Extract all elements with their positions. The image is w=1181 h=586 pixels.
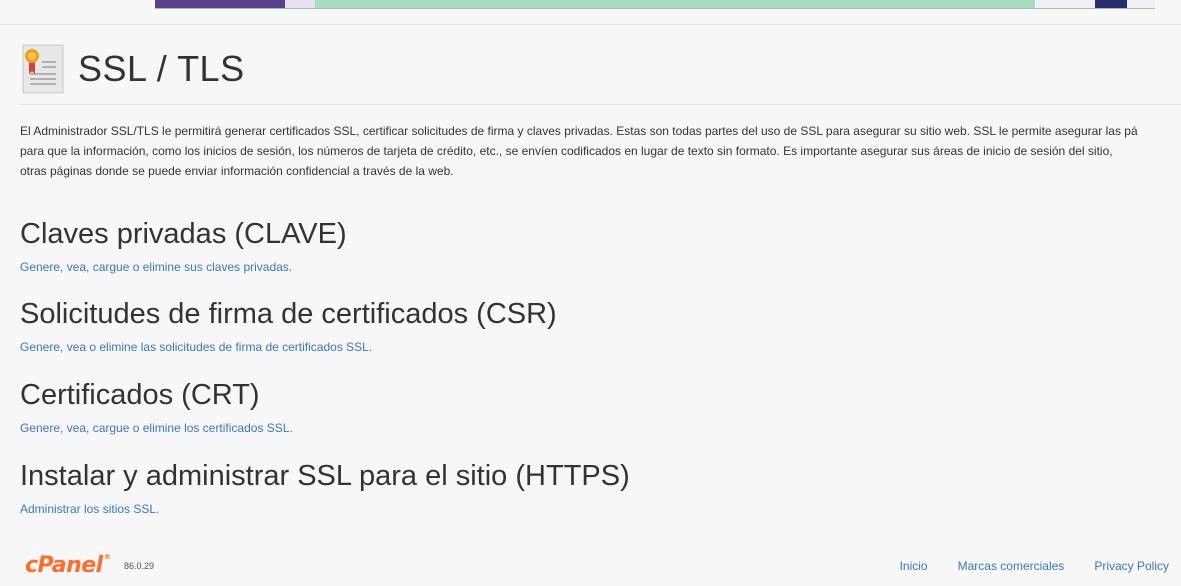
page-header: SSL / TLS — [22, 43, 245, 95]
section-certificates: Certificados (CRT) Genere, vea, cargue o… — [20, 378, 293, 437]
section-heading: Instalar y administrar SSL para el sitio… — [20, 460, 630, 492]
footer-link-trademarks[interactable]: Marcas comerciales — [958, 559, 1065, 573]
csr-link[interactable]: Genere, vea o elimine las solicitudes de… — [20, 340, 372, 354]
section-install-ssl: Instalar y administrar SSL para el sitio… — [20, 459, 630, 518]
cpanel-logo-text: cPanel — [25, 553, 103, 578]
top-divider — [0, 24, 1181, 25]
section-heading: Certificados (CRT) — [20, 379, 260, 411]
section-csr: Solicitudes de firma de certificados (CS… — [20, 297, 557, 356]
section-heading: Claves privadas (CLAVE) — [20, 218, 347, 250]
description-line: El Administrador SSL/TLS le permitirá ge… — [20, 124, 1138, 138]
footer-link-privacy-policy[interactable]: Privacy Policy — [1094, 559, 1169, 573]
section-private-keys: Claves privadas (CLAVE) Genere, vea, car… — [20, 217, 347, 276]
description-line: otras páginas donde se puede enviar info… — [20, 164, 454, 178]
ssl-tls-page: SSL / TLS El Administrador SSL/TLS le pe… — [0, 0, 1181, 586]
footer: cPanel® 86.0.29 Inicio Marcas comerciale… — [0, 548, 1181, 586]
registered-mark: ® — [103, 553, 111, 561]
certificates-link[interactable]: Genere, vea, cargue o elimine los certif… — [20, 421, 293, 435]
description-line: para que la información, como los inicio… — [20, 144, 1113, 158]
title-divider — [20, 104, 1181, 105]
footer-link-home[interactable]: Inicio — [900, 559, 928, 573]
manage-ssl-sites-link[interactable]: Administrar los sitios SSL. — [20, 502, 159, 516]
cpanel-logo[interactable]: cPanel® — [25, 553, 111, 578]
version-number: 86.0.29 — [124, 561, 155, 571]
page-title: SSL / TLS — [78, 48, 245, 89]
top-banner-image — [155, 0, 1155, 9]
private-keys-link[interactable]: Genere, vea, cargue o elimine sus claves… — [20, 260, 292, 274]
section-heading: Solicitudes de firma de certificados (CS… — [20, 298, 557, 330]
footer-links: Inicio Marcas comerciales Privacy Policy — [900, 559, 1169, 573]
page-description: El Administrador SSL/TLS le permitirá ge… — [20, 121, 1181, 181]
ssl-certificate-icon — [22, 44, 64, 94]
